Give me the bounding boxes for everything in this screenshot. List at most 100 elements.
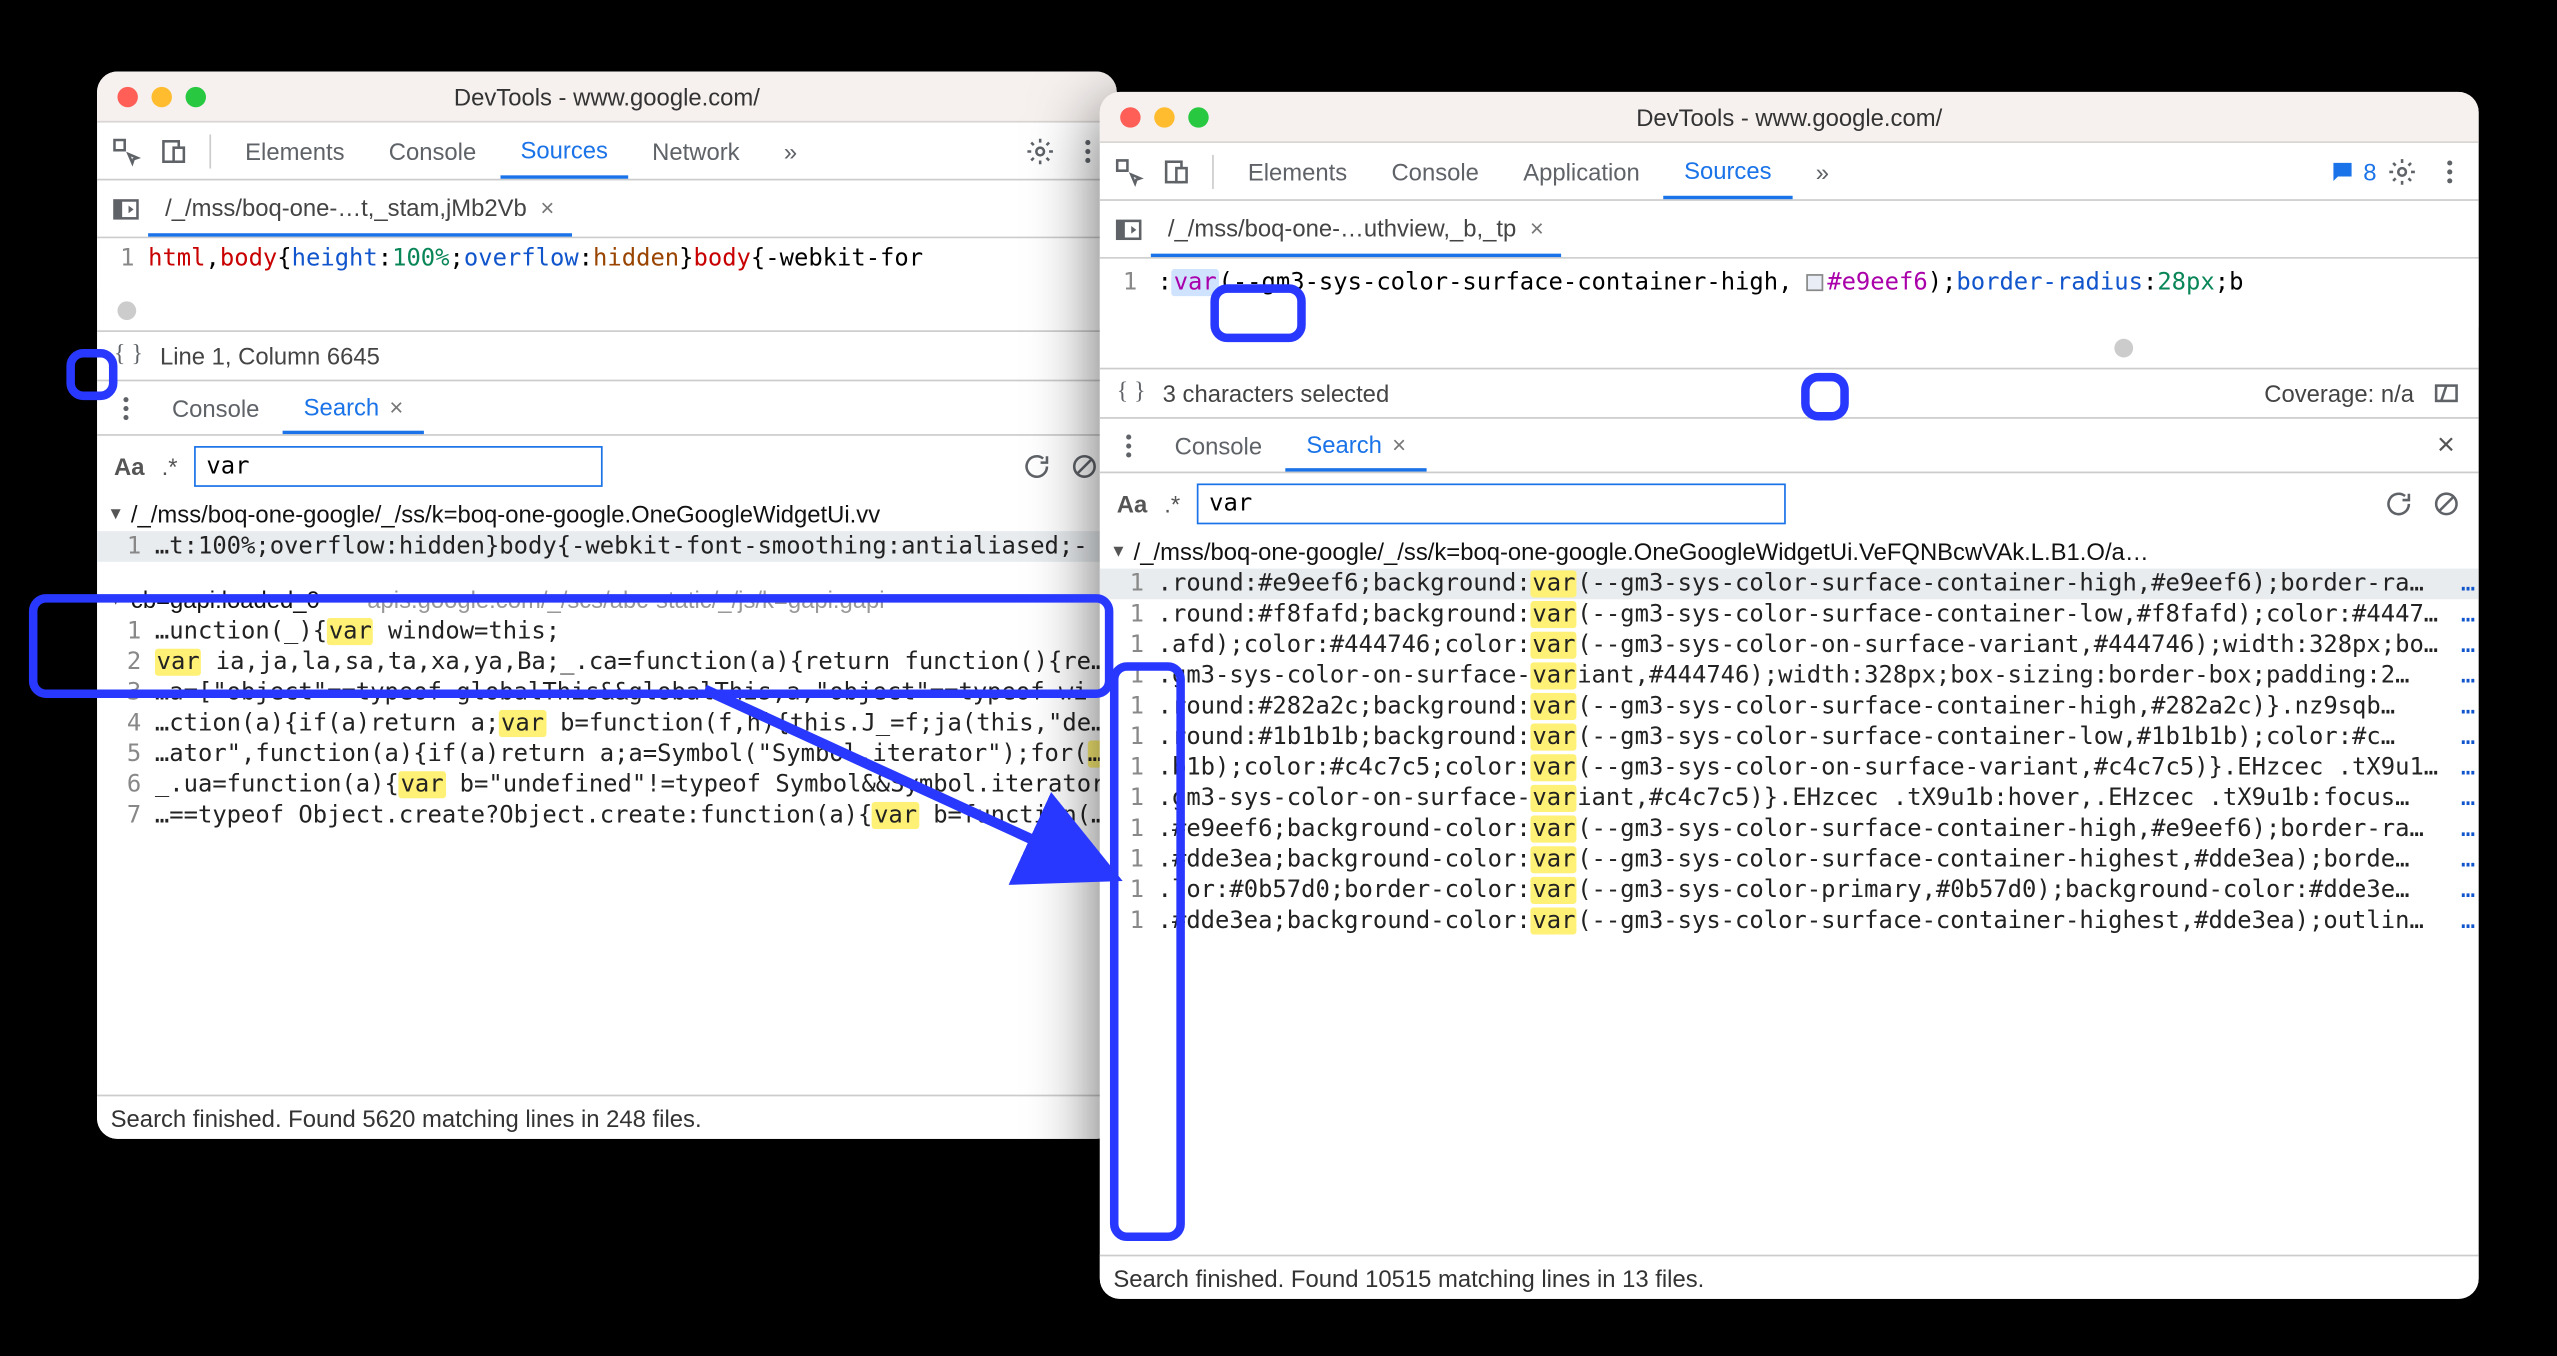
result-group-path: cb=gapi.loaded_0 — [131, 586, 320, 613]
result-row[interactable]: 1.afd);color:#444746;color:var(--gm3-sys… — [1100, 630, 2479, 661]
coverage-status: Coverage: n/a — [2264, 380, 2414, 407]
truncation-ellipsis: … — [2461, 907, 2475, 934]
drawer-tabs: Console Search × — [97, 381, 1117, 435]
pretty-print-icon[interactable]: { } — [1117, 380, 1146, 407]
match-case-toggle[interactable]: Aa — [114, 453, 144, 480]
search-bar: Aa .* — [97, 436, 1117, 497]
tab-console[interactable]: Console — [1371, 143, 1499, 199]
result-row[interactable]: 1.b1b);color:#c4c7c5;color:var(--gm3-sys… — [1100, 752, 2479, 783]
result-row[interactable]: 1 …t:100%;overflow:hidden}body{-webkit-f… — [97, 531, 1117, 562]
result-text: .round:#1b1b1b;background:var(--gm3-sys-… — [1158, 724, 2461, 751]
result-group-header[interactable]: ▼ /_/mss/boq-one-google/_/ss/k=boq-one-g… — [97, 497, 1117, 531]
issues-badge[interactable]: 8 — [2329, 157, 2376, 184]
result-text: .round:#e9eef6;background:var(--gm3-sys-… — [1158, 570, 2461, 597]
result-text: var ia,ja,la,sa,ta,xa,ya,Ba;_.ca=functio… — [155, 649, 1117, 676]
refresh-search-icon[interactable] — [2383, 489, 2414, 520]
tabs-overflow[interactable]: » — [763, 123, 817, 179]
tab-elements[interactable]: Elements — [225, 123, 365, 179]
close-file-tab-icon[interactable]: × — [540, 193, 554, 220]
devtools-window-right: DevTools - www.google.com/ Elements Cons… — [1100, 92, 2479, 1299]
tab-sources[interactable]: Sources — [500, 123, 628, 179]
result-group-header[interactable]: ▼ cb=gapi.loaded_0 — apis.google.com/_/s… — [97, 582, 1117, 616]
result-row[interactable]: 1.lor:#0b57d0;border-color:var(--gm3-sys… — [1100, 875, 2479, 906]
result-row[interactable]: 1.#e9eef6;background-color:var(--gm3-sys… — [1100, 814, 2479, 845]
drawer-tab-search[interactable]: Search × — [283, 381, 424, 434]
drawer-menu-icon[interactable] — [104, 386, 148, 430]
inspect-icon[interactable] — [104, 129, 148, 173]
result-line-number: 6 — [107, 771, 141, 798]
clear-search-icon[interactable] — [1069, 451, 1100, 482]
search-input[interactable] — [1197, 483, 1785, 524]
result-text: …t:100%;overflow:hidden}body{-webkit-fon… — [155, 533, 1117, 560]
search-input[interactable] — [194, 446, 602, 487]
navigator-toggle-icon[interactable] — [104, 186, 148, 230]
result-line-number: 4 — [107, 710, 141, 737]
tab-sources[interactable]: Sources — [1664, 143, 1792, 199]
result-line-number: 1 — [107, 533, 141, 560]
code-text: html,body{height:100%;overflow:hidden}bo… — [148, 245, 923, 272]
regex-toggle[interactable]: .* — [162, 453, 178, 480]
tab-console[interactable]: Console — [368, 123, 496, 179]
result-row[interactable]: 1.round:#1b1b1b;background:var(--gm3-sys… — [1100, 722, 2479, 753]
result-line-number: 1 — [1110, 632, 1144, 659]
settings-icon[interactable] — [2380, 149, 2424, 193]
more-menu-icon[interactable] — [2428, 149, 2472, 193]
code-line[interactable]: 1 :var(--gm3-sys-color-surface-container… — [1100, 259, 2479, 327]
result-row[interactable]: 1.#dde3ea;background-color:var(--gm3-sys… — [1100, 844, 2479, 875]
result-row[interactable]: 1.round:#e9eef6;background:var(--gm3-sys… — [1100, 569, 2479, 600]
annotation-arrow — [705, 681, 1165, 919]
tab-application[interactable]: Application — [1503, 143, 1660, 199]
tab-network[interactable]: Network — [632, 123, 760, 179]
tabs-overflow[interactable]: » — [1795, 143, 1849, 199]
result-row[interactable]: 1.gm3-sys-color-on-surface-variant,#c4c7… — [1100, 783, 2479, 814]
tab-elements[interactable]: Elements — [1227, 143, 1367, 199]
truncation-ellipsis: … — [2461, 570, 2475, 597]
result-row[interactable]: 1.round:#282a2c;background:var(--gm3-sys… — [1100, 691, 2479, 722]
device-toggle-icon[interactable] — [152, 129, 196, 173]
result-row[interactable]: 1.#dde3ea;background-color:var(--gm3-sys… — [1100, 906, 2479, 937]
scrollbar-track[interactable] — [1100, 327, 2479, 368]
pretty-print-icon[interactable]: { } — [114, 342, 143, 369]
result-text: .round:#282a2c;background:var(--gm3-sys-… — [1158, 693, 2461, 720]
navigator-toggle-icon[interactable] — [1107, 207, 1151, 251]
drawer-tab-console[interactable]: Console — [1154, 419, 1282, 472]
close-drawer-tab-icon[interactable]: × — [1392, 430, 1406, 457]
editor-status-bar: { } 3 characters selected Coverage: n/a — [1100, 368, 2479, 419]
result-group-origin: — apis.google.com/_/scs/abc-static/_/js/… — [337, 586, 885, 613]
close-file-tab-icon[interactable]: × — [1530, 214, 1544, 241]
coverage-icon[interactable] — [2431, 378, 2462, 409]
drawer-tab-search[interactable]: Search × — [1286, 419, 1427, 472]
disclosure-triangle-icon[interactable]: ▼ — [1110, 542, 1127, 561]
drawer-tab-console[interactable]: Console — [152, 381, 280, 434]
settings-icon[interactable] — [1018, 129, 1062, 173]
scrollbar-track[interactable] — [97, 289, 1117, 330]
regex-toggle[interactable]: .* — [1164, 490, 1180, 517]
file-tab[interactable]: /_/mss/boq-one-…t,_stam,jMb2Vb × — [148, 180, 571, 236]
main-tabs: Elements Console Sources Network » — [97, 123, 1117, 181]
result-row[interactable]: 1.gm3-sys-color-on-surface-variant,#4447… — [1100, 661, 2479, 692]
window-title: DevTools - www.google.com/ — [97, 83, 1117, 110]
drawer-close-icon[interactable]: × — [2420, 427, 2472, 463]
result-line-number: 7 — [107, 802, 141, 829]
disclosure-triangle-icon[interactable]: ▼ — [107, 505, 124, 524]
code-line[interactable]: 1 html,body{height:100%;overflow:hidden}… — [97, 238, 1117, 289]
drawer-tab-search-label: Search — [1306, 430, 1382, 457]
result-row[interactable]: 1.round:#f8fafd;background:var(--gm3-sys… — [1100, 599, 2479, 630]
close-drawer-tab-icon[interactable]: × — [389, 392, 403, 419]
refresh-search-icon[interactable] — [1021, 451, 1052, 482]
file-tab[interactable]: /_/mss/boq-one-…uthview,_b,_tp × — [1151, 201, 1561, 257]
truncation-ellipsis: … — [2461, 815, 2475, 842]
clear-search-icon[interactable] — [2431, 489, 2462, 520]
result-row[interactable]: 1…unction(_){var window=this; — [97, 616, 1117, 647]
disclosure-triangle-icon[interactable]: ▼ — [107, 590, 124, 609]
result-group-header[interactable]: ▼ /_/mss/boq-one-google/_/ss/k=boq-one-g… — [1100, 535, 2479, 569]
match-case-toggle[interactable]: Aa — [1117, 490, 1147, 517]
device-toggle-icon[interactable] — [1154, 149, 1198, 193]
drawer-menu-icon[interactable] — [1107, 423, 1151, 467]
main-tabs: Elements Console Application Sources » 8 — [1100, 143, 2479, 201]
inspect-icon[interactable] — [1107, 149, 1151, 193]
scroll-thumb[interactable] — [2114, 338, 2133, 357]
result-row[interactable]: 2var ia,ja,la,sa,ta,xa,ya,Ba;_.ca=functi… — [97, 647, 1117, 678]
devtools-window-left: DevTools - www.google.com/ Elements Cons… — [97, 72, 1117, 1139]
scroll-thumb[interactable] — [117, 300, 136, 319]
